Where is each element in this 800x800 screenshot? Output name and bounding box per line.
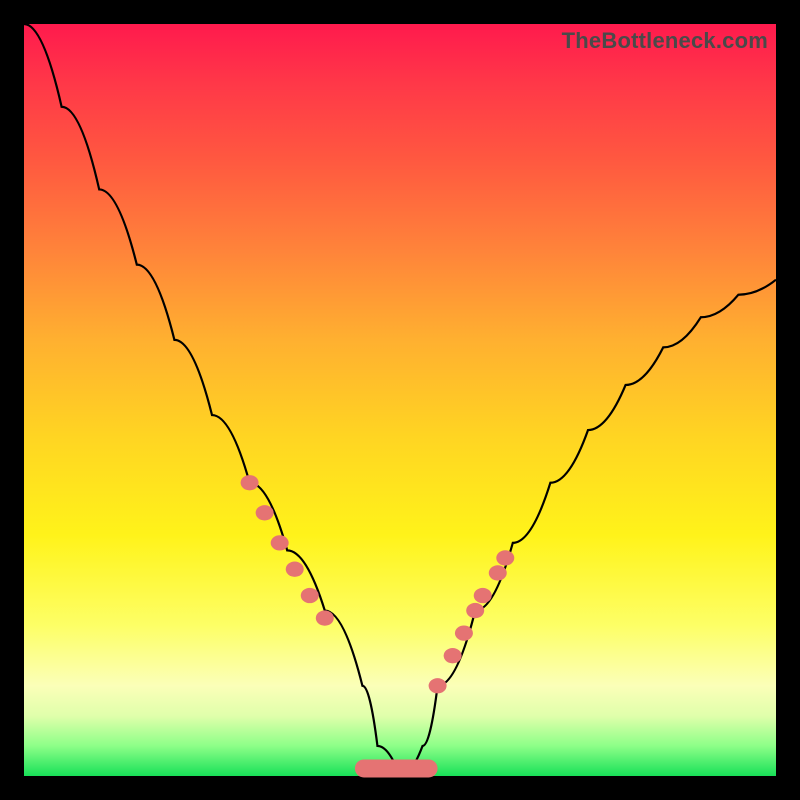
curve-marker-dot [496,550,514,565]
curve-marker-dot [256,505,274,520]
curve-marker-dot [429,678,447,693]
curve-markers [241,475,515,777]
curve-marker-dot [241,475,259,490]
curve-marker-dot [466,603,484,618]
curve-marker-dot [489,565,507,580]
curve-marker-dot [316,610,334,625]
curve-marker-dot [444,648,462,663]
curve-line [24,24,776,776]
curve-marker-dot [286,562,304,577]
curve-marker-dot [455,625,473,640]
bottleneck-curve-plot [24,24,776,776]
curve-marker-dot [271,535,289,550]
curve-marker-dot [301,588,319,603]
curve-marker-dot [474,588,492,603]
valley-marker-pill [355,759,438,777]
chart-area: TheBottleneck.com [24,24,776,776]
